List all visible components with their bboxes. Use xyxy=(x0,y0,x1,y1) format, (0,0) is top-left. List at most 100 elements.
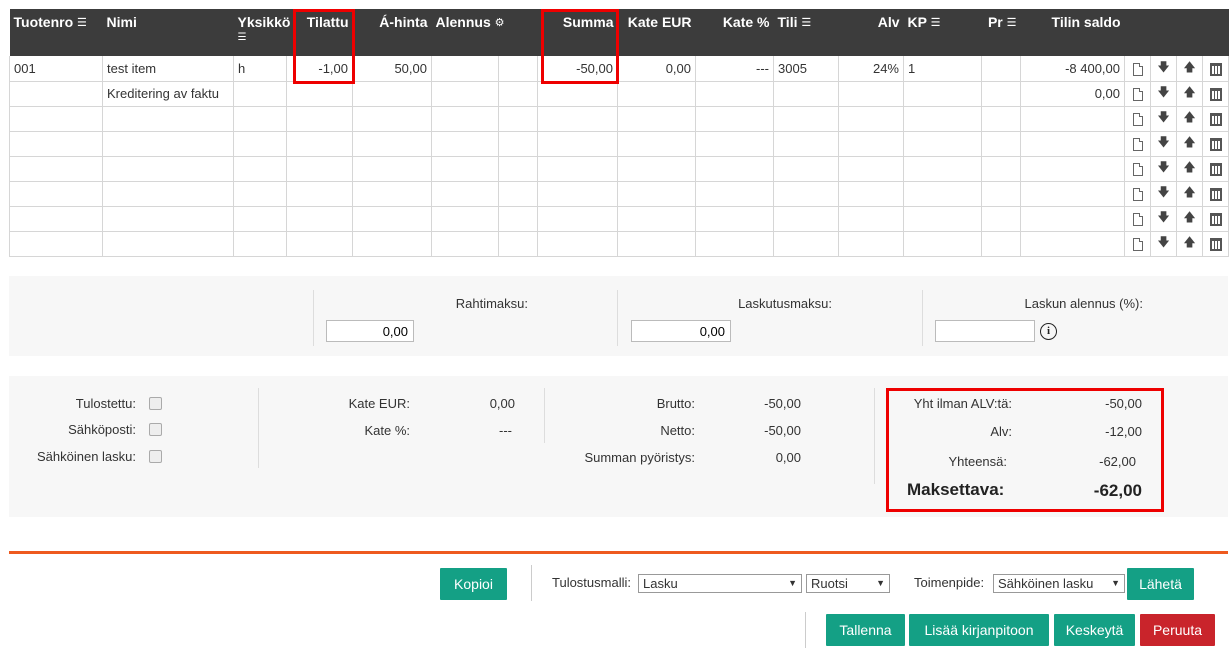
cell-yksikko[interactable] xyxy=(233,230,287,257)
cell-kate-eur[interactable]: 0,00 xyxy=(617,56,696,82)
freight-fee-input[interactable] xyxy=(326,320,414,342)
cell-yksikko[interactable] xyxy=(233,180,287,207)
trash-row-button[interactable] xyxy=(1202,180,1229,207)
cell-pr[interactable] xyxy=(981,105,1021,132)
cell-kp[interactable] xyxy=(903,180,982,207)
trash-row-button[interactable] xyxy=(1202,80,1229,107)
cell-yksikko[interactable] xyxy=(233,205,287,232)
arrow-down-row-button[interactable]: 🡇 xyxy=(1150,205,1177,232)
info-icon[interactable]: i xyxy=(1040,323,1057,340)
cell-kate-pct[interactable] xyxy=(695,180,774,207)
document-row-button[interactable] xyxy=(1124,155,1151,182)
trash-row-button[interactable] xyxy=(1202,105,1229,132)
cell-pr[interactable] xyxy=(981,180,1021,207)
cell-tili[interactable]: 3005 xyxy=(773,56,839,82)
cell-alennus[interactable] xyxy=(431,130,499,157)
cell-saldo[interactable]: 0,00 xyxy=(1020,80,1125,107)
cell-tuotenro[interactable] xyxy=(9,80,103,107)
cell-nimi[interactable]: Kreditering av faktu xyxy=(102,80,234,107)
cell-pr[interactable] xyxy=(981,130,1021,157)
cell-alv[interactable] xyxy=(838,80,904,107)
list-icon[interactable]: ☰ xyxy=(77,16,87,29)
cell-kate-eur[interactable] xyxy=(617,205,696,232)
cell-tili[interactable] xyxy=(773,105,839,132)
cell-extra[interactable] xyxy=(498,105,538,132)
document-row-button[interactable] xyxy=(1124,56,1151,82)
cell-nimi[interactable] xyxy=(102,155,234,182)
arrow-up-row-button[interactable]: 🡅 xyxy=(1176,105,1203,132)
cell-kp[interactable] xyxy=(903,80,982,107)
col-kp[interactable]: KP ☰ xyxy=(903,9,982,56)
cell-extra[interactable] xyxy=(498,130,538,157)
trash-row-button[interactable] xyxy=(1202,56,1229,82)
arrow-up-row-button[interactable]: 🡅 xyxy=(1176,205,1203,232)
invoice-discount-input[interactable] xyxy=(935,320,1035,342)
arrow-down-row-button[interactable]: 🡇 xyxy=(1150,180,1177,207)
cell-extra[interactable] xyxy=(498,230,538,257)
cell-tuotenro[interactable] xyxy=(9,130,103,157)
arrow-down-row-button[interactable]: 🡇 xyxy=(1150,155,1177,182)
cell-tilattu[interactable] xyxy=(286,130,353,157)
cell-alennus[interactable] xyxy=(431,80,499,107)
cell-tuotenro[interactable] xyxy=(9,180,103,207)
cell-kate-pct[interactable] xyxy=(695,80,774,107)
cell-ahinta[interactable] xyxy=(352,180,432,207)
col-tili[interactable]: Tili ☰ xyxy=(773,9,839,56)
cell-pr[interactable] xyxy=(981,56,1021,82)
save-button[interactable]: Tallenna xyxy=(826,614,905,646)
send-button[interactable]: Lähetä xyxy=(1127,568,1194,600)
cell-nimi[interactable] xyxy=(102,230,234,257)
cell-nimi[interactable] xyxy=(102,105,234,132)
col-alennus[interactable]: Alennus ⚙ xyxy=(431,9,505,56)
language-select[interactable]: Ruotsi ▼ xyxy=(806,574,890,593)
cell-summa[interactable] xyxy=(537,130,618,157)
list-icon[interactable]: ☰ xyxy=(238,32,283,43)
cell-alv[interactable] xyxy=(838,130,904,157)
post-to-ledger-button[interactable]: Lisää kirjanpitoon xyxy=(909,614,1049,646)
cell-kate-eur[interactable] xyxy=(617,105,696,132)
arrow-down-row-button[interactable]: 🡇 xyxy=(1150,56,1177,82)
col-tilin-saldo[interactable]: Tilin saldo xyxy=(1020,9,1125,56)
cell-summa[interactable] xyxy=(537,80,618,107)
cell-ahinta[interactable] xyxy=(352,105,432,132)
list-icon[interactable]: ☰ xyxy=(1007,16,1017,29)
cell-summa[interactable] xyxy=(537,105,618,132)
cell-extra[interactable] xyxy=(498,180,538,207)
cell-saldo[interactable] xyxy=(1020,155,1125,182)
cell-kate-pct[interactable] xyxy=(695,155,774,182)
document-row-button[interactable] xyxy=(1124,205,1151,232)
cell-kate-eur[interactable] xyxy=(617,130,696,157)
cell-tuotenro[interactable] xyxy=(9,155,103,182)
cell-kp[interactable] xyxy=(903,230,982,257)
cell-summa[interactable] xyxy=(537,205,618,232)
document-row-button[interactable] xyxy=(1124,80,1151,107)
col-kate-pct[interactable]: Kate % xyxy=(695,9,774,56)
arrow-up-row-button[interactable]: 🡅 xyxy=(1176,56,1203,82)
cell-summa[interactable] xyxy=(537,230,618,257)
cell-kp[interactable]: 1 xyxy=(903,56,982,82)
cell-extra[interactable] xyxy=(498,155,538,182)
cell-ahinta[interactable]: 50,00 xyxy=(352,56,432,82)
cell-alv[interactable] xyxy=(838,180,904,207)
cell-yksikko[interactable]: h xyxy=(233,56,287,82)
cell-tilattu[interactable] xyxy=(286,80,353,107)
cell-alennus[interactable] xyxy=(431,230,499,257)
arrow-up-row-button[interactable]: 🡅 xyxy=(1176,180,1203,207)
operation-select[interactable]: Sähköinen lasku ▼ xyxy=(993,574,1125,593)
arrow-down-row-button[interactable]: 🡇 xyxy=(1150,230,1177,257)
cell-kp[interactable] xyxy=(903,205,982,232)
cell-kp[interactable] xyxy=(903,130,982,157)
cell-alv[interactable]: 24% xyxy=(838,56,904,82)
cell-nimi[interactable] xyxy=(102,130,234,157)
trash-row-button[interactable] xyxy=(1202,205,1229,232)
cell-tilattu[interactable]: -1,00 xyxy=(286,56,353,82)
cancel-button[interactable]: Peruuta xyxy=(1140,614,1215,646)
cell-pr[interactable] xyxy=(981,155,1021,182)
cell-kate-eur[interactable] xyxy=(617,230,696,257)
cell-tilattu[interactable] xyxy=(286,180,353,207)
cell-kate-eur[interactable] xyxy=(617,155,696,182)
arrow-down-row-button[interactable]: 🡇 xyxy=(1150,130,1177,157)
arrow-up-row-button[interactable]: 🡅 xyxy=(1176,130,1203,157)
document-row-button[interactable] xyxy=(1124,105,1151,132)
copy-button[interactable]: Kopioi xyxy=(440,568,507,600)
